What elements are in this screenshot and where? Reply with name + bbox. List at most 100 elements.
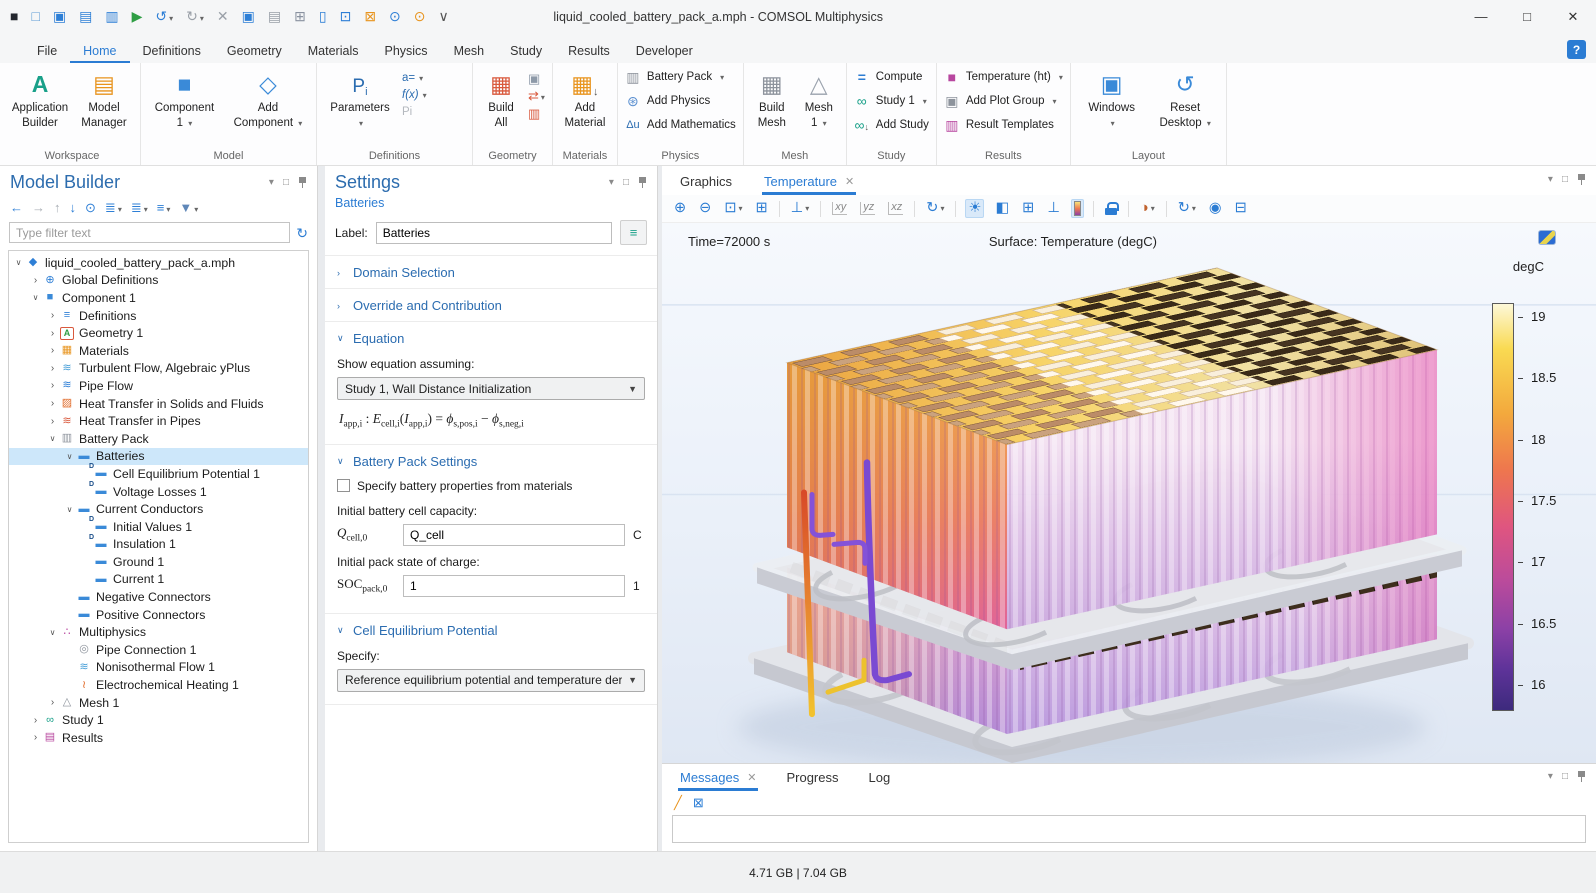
copy-icon[interactable]: ▣ [242,9,255,24]
plot-canvas[interactable]: Time=72000 s Surface: Temperature (degC)… [662,223,1596,763]
redo-icon[interactable]: ↻▾ [186,9,204,24]
clear-messages-icon[interactable]: ╱ [674,796,682,809]
section-equation-header[interactable]: ∨Equation [325,322,657,354]
menu-materials[interactable]: Materials [295,38,372,63]
back-icon[interactable]: ← [10,201,23,215]
section-override-contribution[interactable]: ›Override and Contribution [325,288,657,321]
chevron-down-icon[interactable]: ∨ [13,258,24,267]
chevron-right-icon[interactable]: › [47,363,58,374]
menu-geometry[interactable]: Geometry [214,38,295,63]
windows-button[interactable]: ▣ Windows▾ [1083,65,1141,131]
update-plot-icon[interactable]: ↻▾ [1176,200,1198,217]
tree-item[interactable]: ›≋Heat Transfer in Pipes [9,412,308,430]
panel-menu-icon[interactable]: ▾ [1548,174,1553,185]
label-input[interactable] [376,222,612,244]
add-study-button[interactable]: ∞↓Add Study [854,113,929,137]
model-manager-button[interactable]: ▤ ModelManager [75,65,133,131]
menu-mesh[interactable]: Mesh [441,38,498,63]
tree-item[interactable]: ›≋Turbulent Flow, Algebraic yPlus [9,360,308,378]
tree-item[interactable]: ›▦Materials [9,342,308,360]
close-tab-icon[interactable]: ✕ [747,771,756,784]
transparency-icon[interactable]: ◧ [993,200,1011,217]
tree-item[interactable]: ∨▥Battery Pack [9,430,308,448]
model-tree-nodes-icon[interactable]: ≡▾ [157,201,171,215]
lock-selection-icon[interactable] [1103,201,1119,216]
move-down-icon[interactable]: ↓ [70,201,77,215]
image-snapshot-icon[interactable]: ◉ [1207,200,1224,217]
reset-desktop-button[interactable]: ↺ ResetDesktop ▾ [1156,65,1214,131]
specify-dropdown[interactable]: Reference equilibrium potential and temp… [337,669,645,692]
tab-progress[interactable]: Progress [784,765,840,791]
forward-icon[interactable]: → [32,201,45,215]
default-3d-view-icon[interactable]: ⊥▾ [789,200,812,217]
view-xz-icon[interactable]: xz [886,201,905,216]
close-button[interactable]: ✕ [1550,0,1596,33]
tree-item[interactable]: ◎Pipe Connection 1 [9,641,308,659]
float-panel-icon[interactable]: □ [283,177,289,188]
panel-menu-icon[interactable]: ▾ [269,177,274,188]
chevron-right-icon[interactable]: › [47,380,58,391]
save-preview-icon[interactable]: ▥ [105,9,118,24]
tree-item[interactable]: ∨■Component 1 [9,289,308,307]
chevron-down-icon[interactable]: ∨ [47,434,58,443]
chevron-right-icon[interactable]: › [47,328,58,339]
chevron-right-icon[interactable]: › [47,345,58,356]
panel-menu-icon[interactable]: ▾ [609,177,614,188]
tab-log[interactable]: Log [867,765,893,791]
soc-input[interactable] [403,575,625,597]
refresh-icon[interactable]: ↻ [296,226,308,240]
run-application-icon[interactable]: ▶ [132,9,143,24]
menu-physics[interactable]: Physics [371,38,440,63]
specify-from-materials-checkbox[interactable] [337,479,350,492]
tree-item[interactable]: ▬Positive Connectors [9,606,308,624]
paste-icon[interactable]: ▤ [268,9,281,24]
find-icon[interactable]: ⊙ [389,9,401,24]
pin-panel-icon[interactable] [298,177,307,188]
study-1-button[interactable]: ∞Study 1▾ [854,89,927,113]
mesh-1-button[interactable]: △ Mesh1 ▾ [799,65,839,131]
tree-item[interactable]: ▬Negative Connectors [9,588,308,606]
menu-developer[interactable]: Developer [623,38,706,63]
import-geometry-icon[interactable]: ▣ [528,72,545,85]
collapse-all-icon[interactable]: ≣▾ [131,201,148,215]
tab-graphics[interactable]: Graphics [678,169,734,195]
tree-item[interactable]: ≋Nonisothermal Flow 1 [9,659,308,677]
find-replace-icon[interactable]: ⊙ [414,9,426,24]
tab-temperature[interactable]: Temperature✕ [762,169,856,195]
view-xy-icon[interactable]: xy [830,201,849,216]
virtual-operations-icon[interactable]: ▥ [528,107,545,120]
temperature-plot-button[interactable]: ■Temperature (ht)▾ [944,65,1063,89]
menu-definitions[interactable]: Definitions [130,38,214,63]
chevron-right-icon[interactable]: › [30,275,41,286]
functions-button[interactable]: f(x)▾ [402,89,427,101]
float-panel-icon[interactable]: □ [1562,771,1568,782]
tree-item[interactable]: ≀Electrochemical Heating 1 [9,676,308,694]
tree-item[interactable]: ▬DVoltage Losses 1 [9,483,308,501]
select-box-icon[interactable]: ⊡ [340,9,352,24]
section-domain-selection[interactable]: ›Domain Selection [325,255,657,288]
cut-icon[interactable]: ✕ [217,9,229,24]
duplicate-icon[interactable]: ⊞ [294,9,306,24]
filter-icon[interactable]: ▼▾ [179,201,198,215]
variables-button[interactable]: a=▾ [402,72,427,84]
new-file-icon[interactable]: □ [31,9,39,24]
result-templates-button[interactable]: ▥Result Templates [944,113,1054,137]
add-physics-button[interactable]: ⊛Add Physics [625,89,710,113]
messages-output[interactable] [672,815,1586,843]
application-builder-button[interactable]: A ApplicationBuilder [11,65,69,131]
show-axis-orientation-icon[interactable]: ⊥ [1045,200,1062,217]
plot-thumbnail-icon[interactable] [1538,230,1556,245]
tree-item[interactable]: ∨▬Current Conductors [9,500,308,518]
pin-panel-icon[interactable] [1577,771,1586,782]
comsol-logo-icon[interactable]: ■ [10,9,18,24]
tree-item[interactable]: ∨◆liquid_cooled_battery_pack_a.mph [9,254,308,272]
chevron-right-icon[interactable]: › [30,715,41,726]
equation-assuming-dropdown[interactable]: Study 1, Wall Distance Initialization▼ [337,377,645,400]
zoom-out-icon[interactable]: ⊖ [697,200,713,217]
tree-item[interactable]: ›△Mesh 1 [9,694,308,712]
delete-icon[interactable]: ▯ [319,9,327,24]
add-plot-group-button[interactable]: ▣Add Plot Group▾ [944,89,1057,113]
capacity-input[interactable] [403,524,625,546]
pin-panel-icon[interactable] [638,177,647,188]
chevron-right-icon[interactable]: › [47,697,58,708]
